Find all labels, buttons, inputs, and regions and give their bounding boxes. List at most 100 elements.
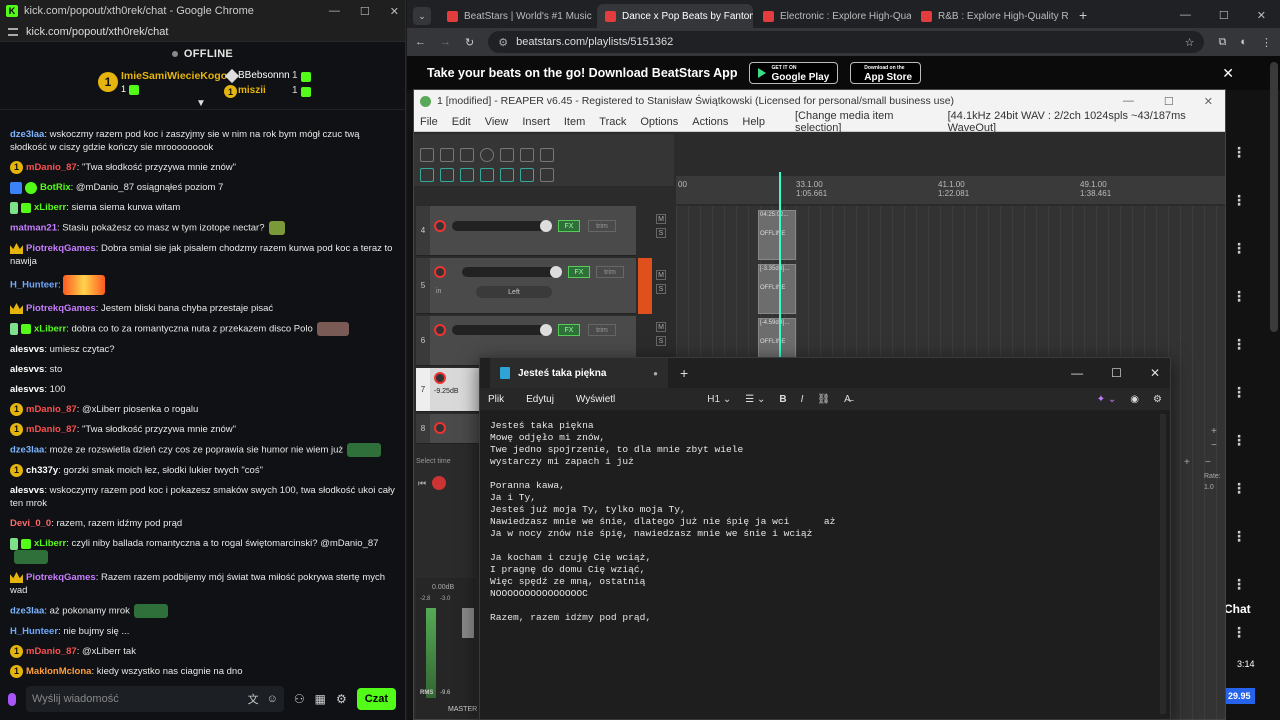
chat-username[interactable]: alesvvs	[10, 384, 44, 395]
chat-username[interactable]: BotRix	[40, 182, 71, 193]
address-bar[interactable]: kick.com/popout/xth0rek/chat	[0, 22, 405, 42]
browser-tab[interactable]: R&B : Explore High-Quality R&B ✕	[913, 4, 1069, 28]
more-options-icon[interactable]: ⋮	[1232, 528, 1246, 545]
menu-edit[interactable]: Edit	[452, 116, 471, 128]
link-icon[interactable]: ⛓	[817, 394, 830, 405]
reload-icon[interactable]: ↻	[465, 36, 474, 49]
save-project-icon[interactable]	[460, 148, 474, 162]
selection-mode[interactable]: [Change media item selection]	[795, 110, 934, 134]
notepad-scrollbar[interactable]	[1160, 414, 1166, 714]
more-options-icon[interactable]: ⋮	[1232, 192, 1246, 209]
envelope-icon[interactable]	[480, 168, 494, 182]
menu-view[interactable]: View	[485, 116, 509, 128]
master-fader[interactable]	[462, 608, 474, 638]
chat-username[interactable]: xLiberr	[34, 202, 66, 213]
chat-username[interactable]: PiotrekqGames	[26, 572, 96, 583]
more-options-icon[interactable]: ⋮	[1232, 240, 1246, 257]
menu-file[interactable]: File	[420, 116, 438, 128]
chat-username[interactable]: mDanio_87	[26, 162, 77, 173]
close-icon[interactable]: ✕	[390, 5, 399, 18]
minimize-icon[interactable]: —	[1123, 95, 1134, 108]
settings-gear-icon[interactable]: ⚙	[336, 692, 347, 706]
solo-button[interactable]: S	[656, 228, 666, 238]
microphone-icon[interactable]	[8, 692, 16, 706]
zoom-out-icon[interactable]: −	[1205, 457, 1211, 468]
emoji-icon[interactable]: ☺	[267, 693, 278, 705]
browser-tab[interactable]: BeatStars | World's #1 Music M ✕	[439, 4, 595, 28]
chat-username[interactable]: mDanio_87	[26, 646, 77, 657]
media-item[interactable]: [-3.35dB]... OFFLINE	[758, 264, 796, 314]
more-options-icon[interactable]: ⋮	[1232, 288, 1246, 305]
close-icon[interactable]: ✕	[1257, 9, 1266, 22]
metronome-icon[interactable]	[540, 148, 554, 162]
chat-username[interactable]: ch337y	[26, 465, 58, 476]
close-icon[interactable]: ✕	[1204, 95, 1213, 108]
tab-search-icon[interactable]: ⌄	[413, 7, 431, 25]
solo-button[interactable]: S	[656, 336, 666, 346]
media-item[interactable]: 04:25:02... OFFLINE	[758, 210, 796, 260]
address-bar[interactable]: ⚙ beatstars.com/playlists/5151362 ☆	[488, 31, 1205, 53]
fx-button[interactable]: FX	[568, 266, 590, 278]
expand-chevron-icon[interactable]: ▼	[196, 98, 206, 109]
side-chat-label[interactable]: Chat	[1224, 602, 1251, 616]
more-options-icon[interactable]: ⋮	[1232, 432, 1246, 449]
site-info-icon[interactable]	[8, 27, 18, 36]
zoom-in-icon[interactable]: +	[1184, 457, 1190, 468]
chat-username[interactable]: dze3laa	[10, 606, 44, 617]
record-arm-icon[interactable]	[434, 266, 446, 278]
mute-button[interactable]: M	[656, 322, 666, 332]
maximize-icon[interactable]: ☐	[1111, 366, 1122, 380]
chat-username[interactable]: PiotrekqGames	[26, 303, 96, 314]
forward-icon[interactable]: →	[440, 36, 451, 48]
record-arm-icon[interactable]	[434, 220, 446, 232]
timeline-ruler[interactable]: 00 33.1.00 1:05.661 41.1.00 1:22.081 49.…	[676, 176, 1225, 204]
browser-tab[interactable]: Electronic : Explore High-Quali ✕	[755, 4, 911, 28]
pan-control[interactable]: Left	[476, 286, 552, 298]
google-play-button[interactable]: GET IT ON Google Play	[749, 62, 839, 84]
more-options-icon[interactable]: ⋮	[1232, 480, 1246, 497]
item-grouping-icon[interactable]	[500, 168, 514, 182]
notepad-text-area[interactable]: Jesteś taka piękna Mowę odjęło mi znów, Tw…	[480, 410, 1170, 634]
redo-icon[interactable]	[520, 148, 534, 162]
chat-username[interactable]: alesvvs	[10, 344, 44, 355]
record-arm-icon[interactable]	[434, 324, 446, 336]
volume-fader[interactable]	[462, 266, 562, 278]
bookmark-star-icon[interactable]: ☆	[1185, 36, 1195, 49]
store-icon[interactable]: ▦	[315, 692, 326, 706]
more-options-icon[interactable]: ⋮	[1232, 144, 1246, 161]
chat-username[interactable]: dze3laa	[10, 129, 44, 140]
italic-icon[interactable]: I	[801, 394, 804, 405]
gifter-name[interactable]: miszii	[238, 85, 266, 96]
input-label[interactable]: in	[436, 288, 441, 295]
chat-username[interactable]: xLiberr	[34, 324, 66, 335]
profile-icon[interactable]: ◐	[1240, 36, 1247, 48]
close-icon[interactable]: ✕	[1150, 366, 1160, 380]
chat-username[interactable]: Devi_0_0	[10, 518, 51, 529]
trim-button[interactable]: trim	[588, 324, 616, 336]
chat-username[interactable]: mDanio_87	[26, 404, 77, 415]
volume-fader[interactable]	[452, 220, 552, 232]
chat-username[interactable]: MaklonMclona	[26, 666, 91, 677]
browser-tab-active[interactable]: Dance x Pop Beats by Fantom ✕	[597, 4, 753, 28]
send-chat-button[interactable]: Czat	[356, 688, 396, 710]
chat-username[interactable]: mDanio_87	[26, 424, 77, 435]
grid-icon[interactable]	[420, 168, 434, 182]
menu-help[interactable]: Help	[742, 116, 765, 128]
chat-username[interactable]: alesvvs	[10, 364, 44, 375]
more-options-icon[interactable]: ⋮	[1232, 624, 1246, 641]
ripple-icon[interactable]	[440, 168, 454, 182]
minimize-icon[interactable]: —	[329, 5, 340, 18]
record-arm-icon[interactable]	[434, 422, 446, 434]
more-options-icon[interactable]: ⋮	[1232, 336, 1246, 353]
gifter-name[interactable]: BBebsonnn	[238, 70, 290, 81]
open-project-icon[interactable]	[440, 148, 454, 162]
mute-button[interactable]: M	[656, 214, 666, 224]
more-options-icon[interactable]: ⋮	[1232, 384, 1246, 401]
copilot-icon[interactable]: ✦ ⌄	[1097, 394, 1117, 405]
menu-plik[interactable]: Plik	[488, 394, 504, 405]
chat-username[interactable]: matman21	[10, 223, 57, 234]
maximize-icon[interactable]: ☐	[1219, 9, 1229, 22]
rewind-icon[interactable]: ⏮	[418, 478, 426, 489]
chat-username[interactable]: xLiberr	[34, 538, 66, 549]
record-icon[interactable]	[432, 476, 447, 490]
